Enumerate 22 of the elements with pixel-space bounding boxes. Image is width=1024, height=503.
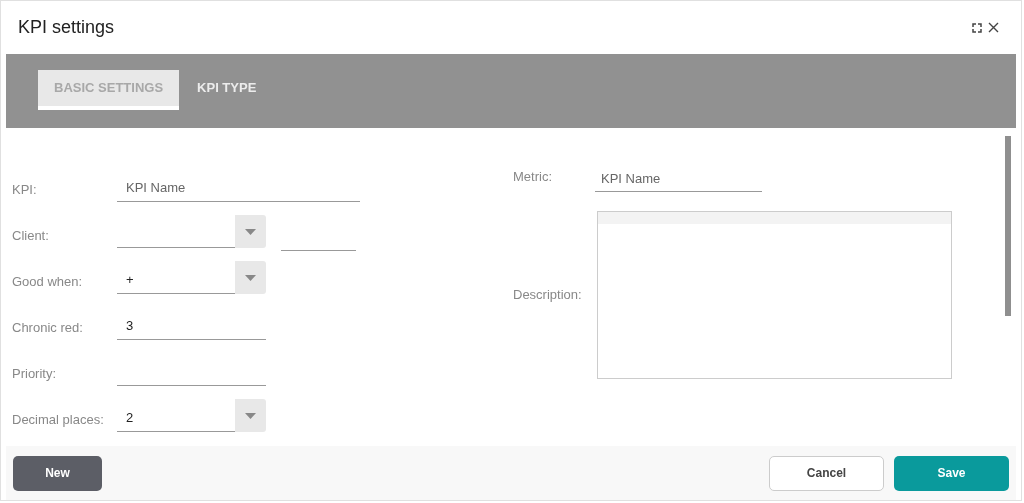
dropdown-button[interactable] [235, 215, 266, 248]
field-label: Decimal places: [12, 410, 105, 429]
caret-icon [245, 412, 256, 419]
field-label: Description: [513, 286, 583, 305]
caret-icon [245, 228, 256, 235]
field-label: Chronic red: [12, 318, 84, 337]
dropdown-button[interactable] [235, 399, 266, 432]
caret-icon [245, 274, 256, 281]
maximize-icon[interactable] [972, 22, 982, 33]
field-label: Good when: [12, 272, 84, 291]
button[interactable]: New [13, 455, 102, 491]
metric-field[interactable]: KPI Name [595, 166, 762, 192]
button[interactable]: Cancel [769, 455, 884, 491]
field-label: KPI: [12, 180, 38, 199]
close-icon[interactable] [988, 22, 999, 33]
window-title: KPI settings [18, 16, 115, 39]
text-field[interactable]: KPI Name [117, 174, 360, 202]
text-field[interactable]: 3 [117, 312, 266, 340]
dropdown-button[interactable] [235, 261, 266, 294]
field-label: Client: [12, 226, 50, 245]
field-label: Priority: [12, 364, 58, 383]
field-label: Metric: [513, 167, 553, 186]
